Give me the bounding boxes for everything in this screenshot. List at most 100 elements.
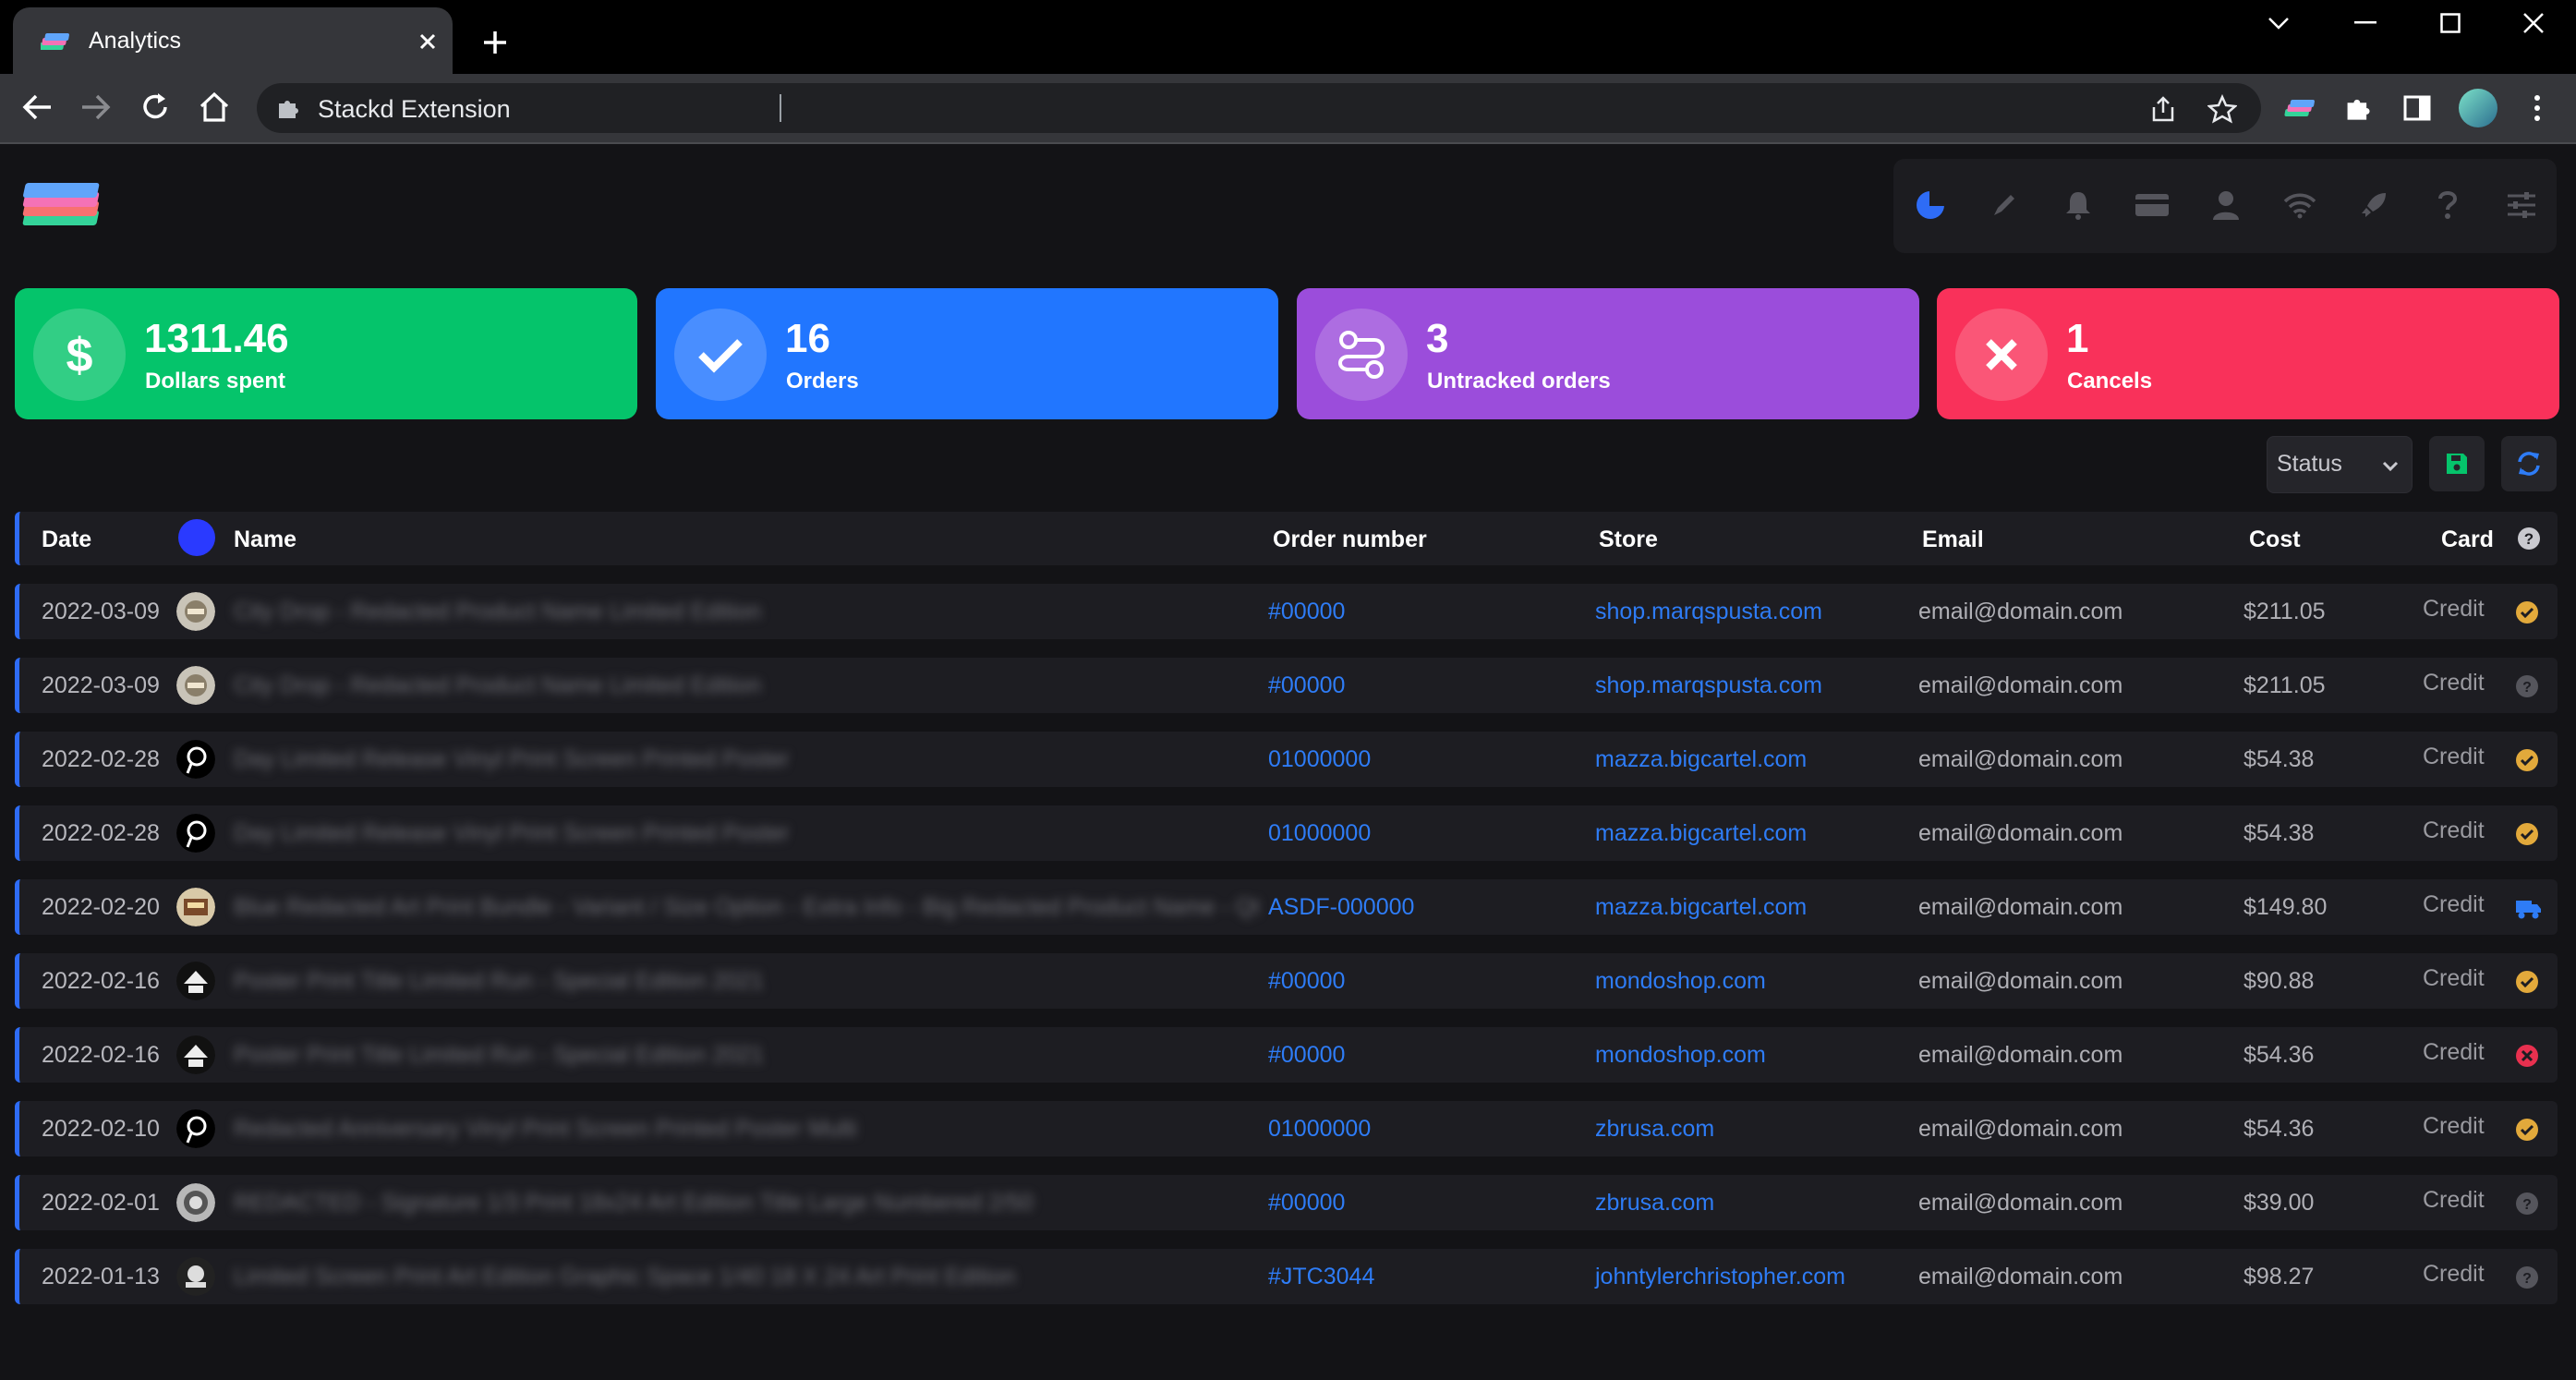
sliders-icon: [2508, 192, 2535, 218]
address-bar[interactable]: Stackd Extension: [257, 83, 2261, 133]
extensions-button[interactable]: [2340, 91, 2376, 126]
status-unknown-icon[interactable]: ?: [2515, 674, 2539, 698]
store-link[interactable]: mondoshop.com: [1595, 967, 1766, 995]
check-icon: [698, 339, 743, 373]
store-link[interactable]: mazza.bigcartel.com: [1595, 819, 1807, 847]
order-number-link[interactable]: #00000: [1268, 672, 1345, 699]
close-icon[interactable]: [414, 28, 441, 55]
store-link[interactable]: mondoshop.com: [1595, 1041, 1766, 1069]
nav-settings[interactable]: [2501, 185, 2542, 225]
column-header-cost[interactable]: Cost: [2249, 526, 2301, 553]
table-row[interactable]: 2022-02-10 Redacted Anniversary Vinyl Pr…: [15, 1101, 2558, 1156]
status-filter-label: Status: [2277, 451, 2342, 477]
maximize-button[interactable]: [2409, 0, 2492, 46]
pie-chart-icon: [1917, 188, 1947, 219]
store-link[interactable]: zbrusa.com: [1595, 1189, 1714, 1217]
order-cost: $98.27: [2243, 1264, 2315, 1289]
product-name: Blue Redacted Art Print Bundle - Variant…: [234, 894, 1259, 920]
stat-label: Untracked orders: [1427, 369, 1611, 393]
order-number-link[interactable]: #00000: [1268, 1189, 1345, 1217]
nav-edit[interactable]: [1984, 185, 2025, 225]
nav-profile[interactable]: [2206, 185, 2246, 225]
column-header-order[interactable]: Order number: [1273, 526, 1427, 553]
status-check-icon[interactable]: [2515, 822, 2539, 846]
order-number-link[interactable]: #00000: [1268, 967, 1345, 995]
table-row[interactable]: 2022-02-28 Day Limited Release Vinyl Pri…: [15, 805, 2558, 861]
order-number-link[interactable]: ASDF-000000: [1268, 893, 1414, 921]
status-filter-select[interactable]: Status: [2267, 436, 2413, 493]
order-number-link[interactable]: 01000000: [1268, 745, 1371, 773]
table-row[interactable]: 2022-01-13 Limited Screen Print Art Edit…: [15, 1249, 2558, 1304]
nav-notifications[interactable]: [2058, 185, 2098, 225]
stackd-logo: [22, 183, 100, 225]
store-link[interactable]: zbrusa.com: [1595, 1115, 1714, 1143]
store-link[interactable]: shop.marqspusta.com: [1595, 598, 1822, 625]
back-button[interactable]: [17, 87, 57, 127]
address-text: Stackd Extension: [318, 95, 511, 123]
column-header-store[interactable]: Store: [1599, 526, 1658, 553]
stat-value: 16: [785, 316, 830, 361]
column-header-email[interactable]: Email: [1922, 526, 1984, 553]
status-check-icon[interactable]: [2515, 748, 2539, 772]
store-link[interactable]: mazza.bigcartel.com: [1595, 745, 1807, 773]
column-header-name[interactable]: Name: [234, 526, 296, 553]
column-header-date[interactable]: Date: [42, 526, 91, 553]
home-button[interactable]: [194, 87, 235, 127]
table-row[interactable]: 2022-02-16 Poster Print Title Limited Ru…: [15, 1027, 2558, 1083]
stackd-extension-button[interactable]: [2283, 91, 2318, 126]
side-panel-icon: [2403, 95, 2431, 121]
status-truck-icon[interactable]: [2515, 896, 2543, 920]
minimize-icon: [2354, 21, 2376, 24]
save-button[interactable]: [2429, 436, 2485, 491]
new-tab-icon[interactable]: [478, 26, 512, 59]
status-check-icon[interactable]: [2515, 1118, 2539, 1142]
order-number-link[interactable]: #JTC3044: [1268, 1263, 1374, 1290]
close-window-button[interactable]: [2492, 0, 2575, 46]
status-check-icon[interactable]: [2515, 600, 2539, 624]
share-icon[interactable]: [2148, 94, 2178, 124]
stat-value: 1: [2066, 316, 2089, 361]
table-row[interactable]: 2022-03-09 City Drop - Redacted Product …: [15, 658, 2558, 713]
forward-button[interactable]: [76, 87, 116, 127]
refresh-button[interactable]: [2501, 436, 2557, 491]
nav-launch[interactable]: [2353, 185, 2394, 225]
nav-cards[interactable]: [2132, 185, 2172, 225]
star-icon[interactable]: [2207, 94, 2237, 124]
stackd-logo-icon: [2284, 100, 2315, 116]
tab-search-button[interactable]: [2237, 0, 2320, 46]
order-cost: $149.80: [2243, 894, 2328, 920]
table-row[interactable]: 2022-02-28 Day Limited Release Vinyl Pri…: [15, 732, 2558, 787]
order-number-link[interactable]: #00000: [1268, 598, 1345, 625]
store-link[interactable]: johntylerchristopher.com: [1595, 1263, 1845, 1290]
nav-analytics[interactable]: [1910, 185, 1951, 225]
status-unknown-icon[interactable]: ?: [2515, 1265, 2539, 1289]
order-number-link[interactable]: 01000000: [1268, 819, 1371, 847]
order-number-link[interactable]: #00000: [1268, 1041, 1345, 1069]
store-link[interactable]: shop.marqspusta.com: [1595, 672, 1822, 699]
nav-help[interactable]: [2427, 185, 2468, 225]
profile-button[interactable]: [2457, 87, 2499, 129]
table-row[interactable]: 2022-02-20 Blue Redacted Art Print Bundl…: [15, 879, 2558, 935]
stat-card-dollars: $ 1311.46 Dollars spent: [15, 288, 637, 419]
browser-tab[interactable]: Analytics: [13, 7, 453, 74]
menu-button[interactable]: [2520, 91, 2555, 126]
help-icon[interactable]: ?: [2517, 527, 2541, 551]
column-header-card[interactable]: Card: [2441, 526, 2494, 553]
status-check-icon[interactable]: [2515, 970, 2539, 994]
select-all-dot[interactable]: [178, 519, 215, 556]
x-icon: [1986, 339, 2017, 370]
stat-label: Orders: [786, 369, 859, 393]
table-row[interactable]: 2022-02-16 Poster Print Title Limited Ru…: [15, 953, 2558, 1009]
card-icon-circle: [674, 309, 767, 401]
reload-button[interactable]: [135, 87, 175, 127]
minimize-button[interactable]: [2324, 0, 2407, 46]
order-number-link[interactable]: 01000000: [1268, 1115, 1371, 1143]
nav-proxies[interactable]: [2280, 185, 2320, 225]
stackd-logo-icon: [41, 33, 69, 50]
status-cancel-icon[interactable]: [2515, 1044, 2539, 1068]
store-link[interactable]: mazza.bigcartel.com: [1595, 893, 1807, 921]
status-unknown-icon[interactable]: ?: [2515, 1192, 2539, 1216]
table-row[interactable]: 2022-02-01 REDACTED - Signature 1/3 Prin…: [15, 1175, 2558, 1230]
side-panel-button[interactable]: [2400, 91, 2435, 126]
table-row[interactable]: 2022-03-09 City Drop - Redacted Product …: [15, 584, 2558, 639]
